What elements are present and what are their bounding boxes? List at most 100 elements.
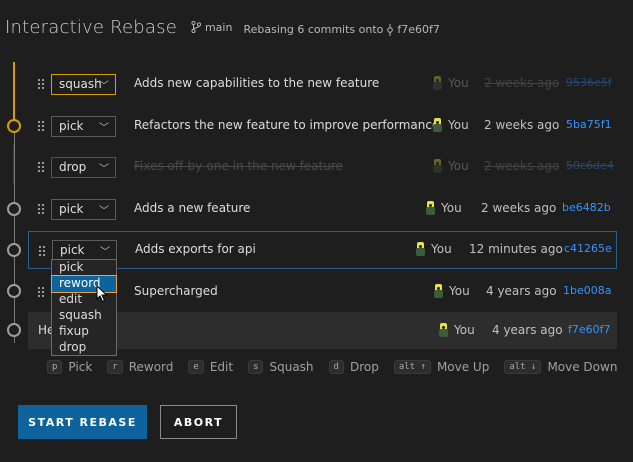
branch-indicator: main bbox=[191, 21, 232, 34]
commit-date: 4 years ago bbox=[486, 284, 557, 298]
subtitle-text: Rebasing 6 commits onto bbox=[243, 23, 384, 36]
author-name: You bbox=[449, 284, 470, 298]
dropdown-option-drop[interactable]: drop bbox=[52, 340, 116, 356]
action-select[interactable]: pick ﹀ bbox=[51, 199, 116, 220]
shortcut-squash: s Squash bbox=[248, 360, 314, 374]
graph-line-squash bbox=[13, 62, 15, 122]
drag-handle-icon[interactable] bbox=[37, 286, 45, 298]
commit-message: Adds new capabilities to the new feature bbox=[134, 76, 380, 90]
commit-date: 2 weeks ago bbox=[481, 201, 557, 215]
shortcut-reword: r Reword bbox=[107, 360, 173, 374]
commit-author: You bbox=[434, 284, 470, 298]
avatar bbox=[426, 201, 435, 215]
drag-handle-icon[interactable] bbox=[37, 203, 45, 215]
commit-date: 2 weeks ago bbox=[484, 76, 560, 90]
commit-sha[interactable]: 5ba75f1 bbox=[566, 118, 612, 131]
chevron-down-icon: ﹀ bbox=[99, 206, 109, 217]
commit-row[interactable]: drop ﹀ Fixes off-by-one in the new featu… bbox=[28, 149, 617, 185]
shortcut-key: r bbox=[107, 360, 123, 374]
shortcut-key: s bbox=[248, 360, 264, 374]
author-name: You bbox=[448, 159, 469, 173]
commit-node bbox=[7, 243, 21, 257]
chevron-down-icon: ﹀ bbox=[99, 164, 109, 175]
commit-sha[interactable]: 50c6de4 bbox=[566, 159, 614, 172]
drag-handle-icon[interactable] bbox=[37, 78, 45, 90]
commit-message: Adds a new feature bbox=[134, 201, 251, 215]
keyboard-shortcuts: p Pick r Reword e Edit s Squash d Drop alt ↑ M… bbox=[47, 360, 632, 374]
shortcut-label: Move Up bbox=[436, 360, 490, 374]
page-title: Interactive Rebase bbox=[5, 17, 177, 38]
shortcut-label: Drop bbox=[349, 360, 379, 374]
commit-sha[interactable]: f7e60f7 bbox=[568, 323, 611, 336]
chevron-down-icon: ﹀ bbox=[99, 123, 109, 134]
commit-row[interactable]: pick ﹀ Adds a new feature You 2 weeks ag… bbox=[28, 191, 617, 227]
shortcut-key: d bbox=[328, 360, 344, 374]
drag-handle-icon[interactable] bbox=[37, 161, 45, 173]
commit-node bbox=[7, 202, 21, 216]
shortcut-edit: e Edit bbox=[188, 360, 233, 374]
abort-button[interactable]: ABORT bbox=[160, 405, 237, 439]
commit-author: You bbox=[416, 242, 452, 256]
commit-author: You bbox=[433, 118, 469, 132]
shortcut-pick: p Pick bbox=[47, 360, 92, 374]
commit-node bbox=[7, 119, 21, 133]
commit-row[interactable]: squash ﹀ Adds new capabilities to the ne… bbox=[28, 66, 617, 102]
author-name: You bbox=[454, 323, 475, 337]
chevron-down-icon: ﹀ bbox=[99, 81, 109, 92]
avatar bbox=[439, 323, 448, 337]
dropdown-option-fixup[interactable]: fixup bbox=[52, 324, 116, 340]
action-select[interactable]: squash ﹀ bbox=[51, 74, 116, 95]
commit-node bbox=[7, 323, 21, 337]
commit-sha[interactable]: 1be008a bbox=[563, 284, 612, 297]
dropdown-option-pick[interactable]: pick bbox=[52, 260, 116, 276]
action-select[interactable]: drop ﹀ bbox=[51, 157, 116, 178]
avatar bbox=[433, 159, 442, 173]
commit-sha[interactable]: c41265e bbox=[564, 242, 612, 255]
shortcut-key: alt ↑ bbox=[393, 360, 431, 374]
shortcut-label: Pick bbox=[68, 360, 93, 374]
commit-date: 4 years ago bbox=[492, 323, 563, 337]
shortcut-label: Move Down bbox=[547, 360, 618, 374]
branch-name: main bbox=[204, 20, 233, 34]
action-select[interactable]: pick ﹀ bbox=[52, 240, 117, 261]
commit-sha[interactable]: be6482b bbox=[562, 201, 611, 214]
commit-author: You bbox=[433, 76, 469, 90]
shortcut-label: Squash bbox=[269, 360, 314, 374]
action-value: pick bbox=[59, 119, 84, 133]
avatar bbox=[433, 76, 442, 90]
shortcut-drop: d Drop bbox=[328, 360, 379, 374]
git-branch-icon bbox=[191, 21, 201, 33]
action-dropdown-list[interactable]: pick reword edit squash fixup drop bbox=[51, 259, 117, 356]
commit-sha[interactable]: 9536e5f bbox=[566, 76, 612, 89]
avatar bbox=[434, 284, 443, 298]
commit-date: 12 minutes ago bbox=[469, 242, 563, 256]
onto-sha: f7e60f7 bbox=[397, 23, 440, 36]
commit-author: You bbox=[433, 159, 469, 173]
drag-handle-icon[interactable] bbox=[38, 245, 46, 257]
mouse-cursor-icon bbox=[96, 285, 108, 303]
shortcut-key: e bbox=[188, 360, 204, 374]
commit-node bbox=[7, 284, 21, 298]
author-name: You bbox=[448, 118, 469, 132]
action-value: pick bbox=[59, 202, 84, 216]
commit-author: You bbox=[426, 201, 462, 215]
action-select[interactable]: pick ﹀ bbox=[51, 116, 116, 137]
git-commit-icon bbox=[387, 23, 394, 36]
dropdown-option-squash[interactable]: squash bbox=[52, 308, 116, 324]
author-name: You bbox=[448, 76, 469, 90]
commit-row[interactable]: pick ﹀ Refactors the new feature to impr… bbox=[28, 108, 617, 144]
action-value: drop bbox=[59, 160, 87, 174]
shortcut-move-down: alt ↓ Move Down bbox=[504, 360, 617, 374]
shortcut-label: Edit bbox=[209, 360, 234, 374]
commit-message: Supercharged bbox=[134, 284, 218, 298]
shortcut-move-up: alt ↑ Move Up bbox=[393, 360, 490, 374]
graph-line-main bbox=[14, 133, 15, 343]
drag-handle-icon[interactable] bbox=[37, 120, 45, 132]
commit-author: You bbox=[439, 323, 475, 337]
avatar bbox=[416, 242, 425, 256]
chevron-down-icon: ﹀ bbox=[100, 247, 110, 258]
author-name: You bbox=[431, 242, 452, 256]
commit-date: 2 weeks ago bbox=[484, 118, 560, 132]
start-rebase-button[interactable]: START REBASE bbox=[18, 405, 147, 439]
rebase-subtitle: Rebasing 6 commits onto f7e60f7 bbox=[243, 23, 439, 36]
